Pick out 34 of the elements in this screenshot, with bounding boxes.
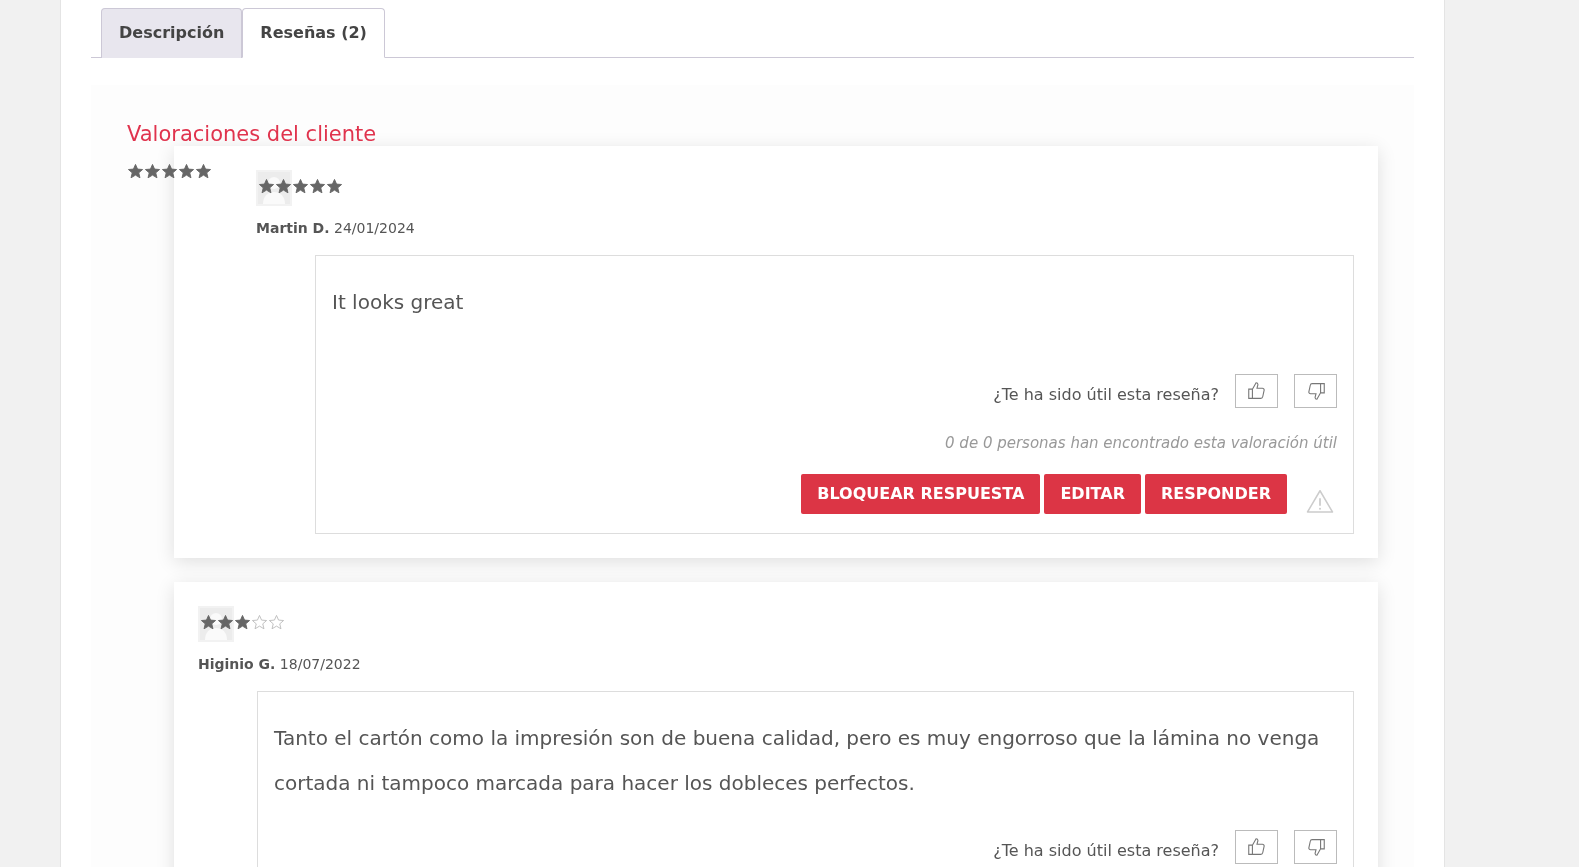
star-icon [258,178,275,195]
review-text: It looks great [332,289,465,316]
star-icon [195,162,212,180]
tab[interactable]: Descripción [101,8,243,58]
helpful-question: ¿Te ha sido útil esta reseña? [993,839,1219,862]
star-icon [200,613,217,631]
star-icon [251,613,268,631]
star-icon [326,178,343,195]
star-icon [127,162,144,180]
star-icon [275,178,292,195]
star-icon [144,162,161,180]
thumbs-down-button[interactable] [1294,374,1337,408]
tab[interactable]: Reseñas (2) [242,8,385,58]
star-icon [161,162,178,180]
action-button[interactable]: EDITAR [1044,473,1141,514]
thumbs-up-button[interactable] [1235,829,1278,864]
review-text: Tanto el cartón como la impresión son de buena calidad, pero es muy engorroso que la lámina no venga cortada ni tampoco marcada para hacer los dobleces perfectos. [274,724,1321,797]
thumbs-up-button[interactable] [1235,374,1278,408]
thumbs-up-icon [1245,835,1268,858]
star-icon [268,613,285,631]
star-icon [217,613,234,631]
action-button[interactable]: BLOQUEAR RESPUESTA [801,473,1041,514]
review-author-date: Higinio G. 18/07/2022 [198,654,362,674]
star-icon [292,178,309,195]
thumbs-down-button[interactable] [1294,829,1337,864]
review-author-date: Martin D. 24/01/2024 [256,219,416,238]
star-icon [178,162,195,180]
helpful-question: ¿Te ha sido útil esta reseña? [993,384,1219,406]
star-icon [309,178,326,195]
section-title: Valoraciones del cliente [127,121,378,148]
action-button[interactable]: RESPONDER [1144,473,1287,514]
star-icon [234,613,251,631]
thumbs-up-icon [1245,380,1268,402]
helpful-count: 0 de 0 personas han encontrado esta valoración útil [945,433,1337,454]
